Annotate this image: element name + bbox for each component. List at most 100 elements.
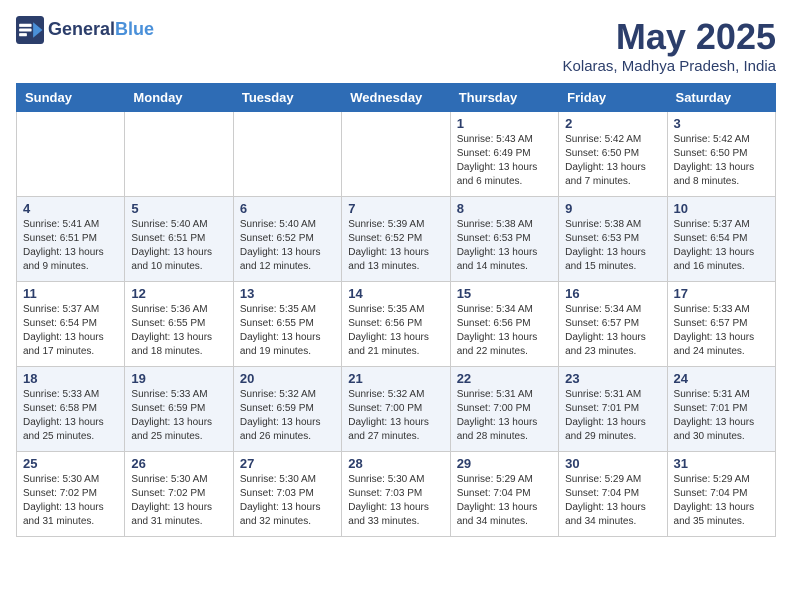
calendar-cell: 20 Sunrise: 5:32 AM Sunset: 6:59 PM Dayli… (233, 367, 341, 452)
day-number: 7 (348, 201, 443, 216)
day-info: Sunrise: 5:30 AM Sunset: 7:02 PM Dayligh… (131, 473, 226, 529)
calendar-week-2: 4Sunrise: 5:41 AM Sunset: 6:51 PM Daylig… (17, 197, 776, 282)
day-info: Sunrise: 5:31 AM Sunset: 7:01 PM Dayligh… (674, 388, 769, 444)
calendar-cell: 17 Sunrise: 5:33 AM Sunset: 6:57 PM Dayli… (667, 282, 775, 367)
day-info: Sunrise: 5:30 AM Sunset: 7:03 PM Dayligh… (240, 473, 335, 529)
month-title: May 2025 (563, 16, 776, 58)
calendar-cell: 24 Sunrise: 5:31 AM Sunset: 7:01 PM Dayli… (667, 367, 775, 452)
calendar-cell: 18Sunrise: 5:33 AM Sunset: 6:58 PM Dayli… (17, 367, 125, 452)
day-number: 3 (674, 116, 769, 131)
day-number: 2 (565, 116, 660, 131)
day-number: 5 (131, 201, 226, 216)
calendar-cell: 14Sunrise: 5:35 AM Sunset: 6:56 PM Dayli… (342, 282, 450, 367)
day-info: Sunrise: 5:30 AM Sunset: 7:02 PM Dayligh… (23, 473, 118, 529)
day-number: 25 (23, 456, 118, 471)
day-number: 1 (457, 116, 552, 131)
weekday-header-monday: Monday (125, 84, 233, 112)
calendar-cell: 25 Sunrise: 5:30 AM Sunset: 7:02 PM Dayli… (17, 452, 125, 537)
calendar-cell: 19Sunrise: 5:33 AM Sunset: 6:59 PM Dayli… (125, 367, 233, 452)
day-number: 28 (348, 456, 443, 471)
calendar-cell: 23 Sunrise: 5:31 AM Sunset: 7:01 PM Dayli… (559, 367, 667, 452)
calendar-cell: 27 Sunrise: 5:30 AM Sunset: 7:03 PM Dayli… (233, 452, 341, 537)
day-info: Sunrise: 5:29 AM Sunset: 7:04 PM Dayligh… (674, 473, 769, 529)
calendar-cell: 6 Sunrise: 5:40 AM Sunset: 6:52 PM Daylig… (233, 197, 341, 282)
calendar-cell: 1 Sunrise: 5:43 AM Sunset: 6:49 PM Daylig… (450, 112, 558, 197)
day-info: Sunrise: 5:34 AM Sunset: 6:57 PM Dayligh… (565, 303, 660, 359)
calendar-table: SundayMondayTuesdayWednesdayThursdayFrid… (16, 83, 776, 537)
day-number: 20 (240, 371, 335, 386)
day-info: Sunrise: 5:31 AM Sunset: 7:01 PM Dayligh… (565, 388, 660, 444)
day-info: Sunrise: 5:30 AM Sunset: 7:03 PM Dayligh… (348, 473, 443, 529)
day-info: Sunrise: 5:29 AM Sunset: 7:04 PM Dayligh… (457, 473, 552, 529)
day-number: 12 (131, 286, 226, 301)
calendar-cell: 31 Sunrise: 5:29 AM Sunset: 7:04 PM Dayli… (667, 452, 775, 537)
calendar-cell: 2 Sunrise: 5:42 AM Sunset: 6:50 PM Daylig… (559, 112, 667, 197)
weekday-header-saturday: Saturday (667, 84, 775, 112)
calendar-cell: 13Sunrise: 5:35 AM Sunset: 6:55 PM Dayli… (233, 282, 341, 367)
day-info: Sunrise: 5:42 AM Sunset: 6:50 PM Dayligh… (674, 133, 769, 189)
day-number: 23 (565, 371, 660, 386)
day-number: 21 (348, 371, 443, 386)
calendar-cell: 3 Sunrise: 5:42 AM Sunset: 6:50 PM Daylig… (667, 112, 775, 197)
day-number: 8 (457, 201, 552, 216)
calendar-cell: 7Sunrise: 5:39 AM Sunset: 6:52 PM Daylig… (342, 197, 450, 282)
day-number: 24 (674, 371, 769, 386)
day-info: Sunrise: 5:40 AM Sunset: 6:52 PM Dayligh… (240, 218, 335, 274)
calendar-cell (125, 112, 233, 197)
day-info: Sunrise: 5:32 AM Sunset: 6:59 PM Dayligh… (240, 388, 335, 444)
calendar-cell: 16 Sunrise: 5:34 AM Sunset: 6:57 PM Dayli… (559, 282, 667, 367)
calendar-cell: 8 Sunrise: 5:38 AM Sunset: 6:53 PM Daylig… (450, 197, 558, 282)
location: Kolaras, Madhya Pradesh, India (563, 58, 776, 75)
day-number: 29 (457, 456, 552, 471)
day-info: Sunrise: 5:37 AM Sunset: 6:54 PM Dayligh… (674, 218, 769, 274)
calendar-cell: 4Sunrise: 5:41 AM Sunset: 6:51 PM Daylig… (17, 197, 125, 282)
day-number: 31 (674, 456, 769, 471)
weekday-header-friday: Friday (559, 84, 667, 112)
day-info: Sunrise: 5:42 AM Sunset: 6:50 PM Dayligh… (565, 133, 660, 189)
logo: GeneralBlue (16, 16, 154, 44)
calendar-cell: 28 Sunrise: 5:30 AM Sunset: 7:03 PM Dayli… (342, 452, 450, 537)
calendar-cell: 22 Sunrise: 5:31 AM Sunset: 7:00 PM Dayli… (450, 367, 558, 452)
calendar-cell: 11Sunrise: 5:37 AM Sunset: 6:54 PM Dayli… (17, 282, 125, 367)
title-block: May 2025 Kolaras, Madhya Pradesh, India (563, 16, 776, 75)
day-info: Sunrise: 5:36 AM Sunset: 6:55 PM Dayligh… (131, 303, 226, 359)
calendar-cell: 10Sunrise: 5:37 AM Sunset: 6:54 PM Dayli… (667, 197, 775, 282)
weekday-header-thursday: Thursday (450, 84, 558, 112)
calendar-cell: 15Sunrise: 5:34 AM Sunset: 6:56 PM Dayli… (450, 282, 558, 367)
calendar-week-1: 1 Sunrise: 5:43 AM Sunset: 6:49 PM Daylig… (17, 112, 776, 197)
day-number: 16 (565, 286, 660, 301)
weekday-header-sunday: Sunday (17, 84, 125, 112)
day-info: Sunrise: 5:37 AM Sunset: 6:54 PM Dayligh… (23, 303, 118, 359)
day-info: Sunrise: 5:38 AM Sunset: 6:53 PM Dayligh… (457, 218, 552, 274)
day-number: 22 (457, 371, 552, 386)
day-info: Sunrise: 5:32 AM Sunset: 7:00 PM Dayligh… (348, 388, 443, 444)
calendar-cell (342, 112, 450, 197)
calendar-week-5: 25 Sunrise: 5:30 AM Sunset: 7:02 PM Dayli… (17, 452, 776, 537)
calendar-cell: 29 Sunrise: 5:29 AM Sunset: 7:04 PM Dayli… (450, 452, 558, 537)
page-header: GeneralBlue May 2025 Kolaras, Madhya Pra… (16, 16, 776, 75)
day-number: 30 (565, 456, 660, 471)
day-info: Sunrise: 5:31 AM Sunset: 7:00 PM Dayligh… (457, 388, 552, 444)
calendar-cell: 30 Sunrise: 5:29 AM Sunset: 7:04 PM Dayli… (559, 452, 667, 537)
day-number: 27 (240, 456, 335, 471)
weekday-header-tuesday: Tuesday (233, 84, 341, 112)
logo-icon (16, 16, 44, 44)
calendar-week-4: 18Sunrise: 5:33 AM Sunset: 6:58 PM Dayli… (17, 367, 776, 452)
calendar-cell: 9 Sunrise: 5:38 AM Sunset: 6:53 PM Daylig… (559, 197, 667, 282)
day-info: Sunrise: 5:29 AM Sunset: 7:04 PM Dayligh… (565, 473, 660, 529)
calendar-cell (233, 112, 341, 197)
weekday-header-wednesday: Wednesday (342, 84, 450, 112)
calendar-cell: 12 Sunrise: 5:36 AM Sunset: 6:55 PM Dayli… (125, 282, 233, 367)
calendar-cell: 21 Sunrise: 5:32 AM Sunset: 7:00 PM Dayli… (342, 367, 450, 452)
day-info: Sunrise: 5:33 AM Sunset: 6:58 PM Dayligh… (23, 388, 118, 444)
day-info: Sunrise: 5:38 AM Sunset: 6:53 PM Dayligh… (565, 218, 660, 274)
logo-text: GeneralBlue (48, 20, 154, 40)
day-info: Sunrise: 5:33 AM Sunset: 6:57 PM Dayligh… (674, 303, 769, 359)
day-number: 15 (457, 286, 552, 301)
day-number: 9 (565, 201, 660, 216)
day-number: 17 (674, 286, 769, 301)
calendar-week-3: 11Sunrise: 5:37 AM Sunset: 6:54 PM Dayli… (17, 282, 776, 367)
day-info: Sunrise: 5:43 AM Sunset: 6:49 PM Dayligh… (457, 133, 552, 189)
day-info: Sunrise: 5:40 AM Sunset: 6:51 PM Dayligh… (131, 218, 226, 274)
day-number: 6 (240, 201, 335, 216)
